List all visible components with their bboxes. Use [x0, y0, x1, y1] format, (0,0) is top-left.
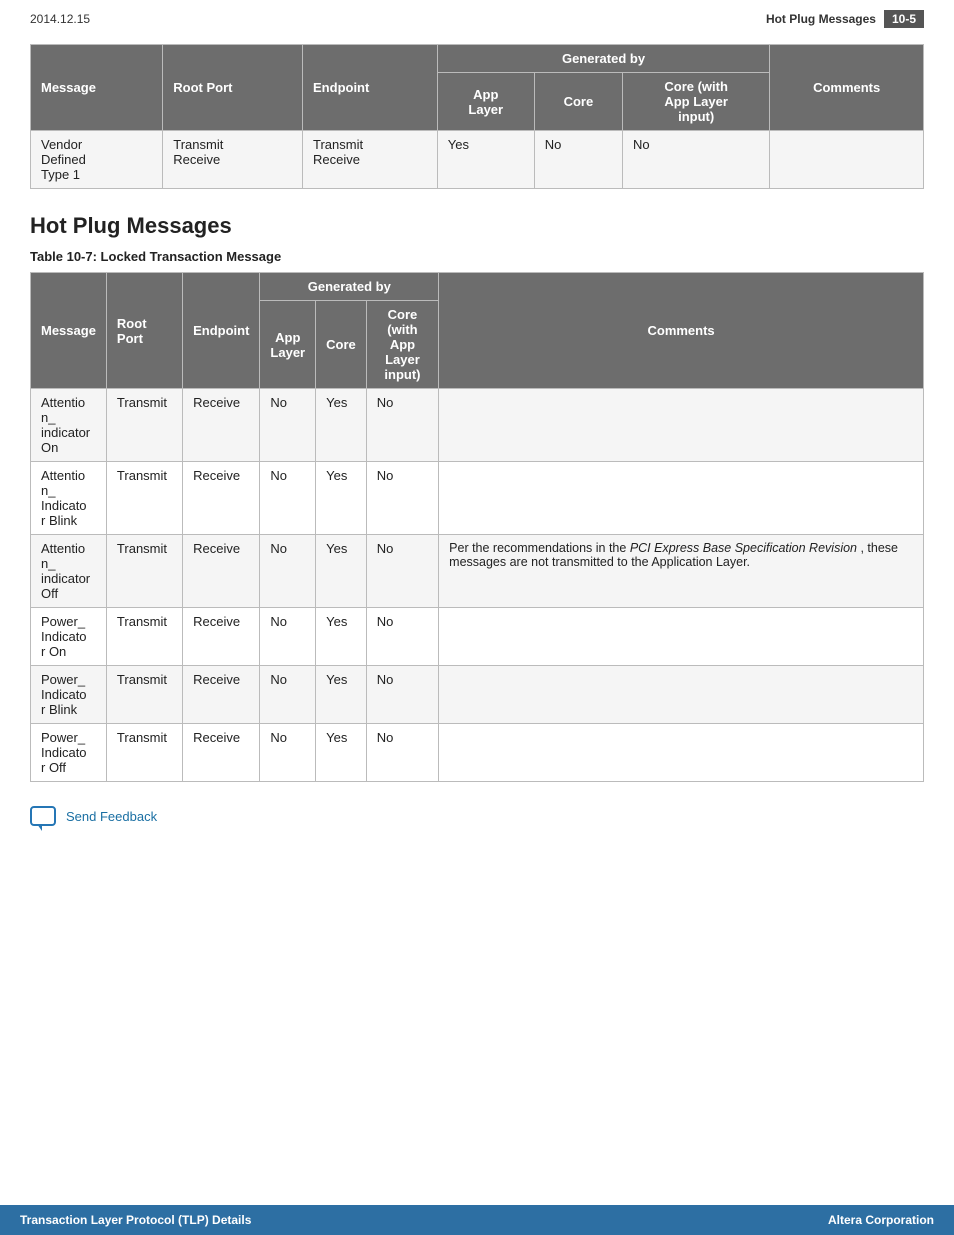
cell-app-layer: No: [260, 389, 316, 462]
cell-core: Yes: [316, 724, 367, 782]
cell-message: Attention_indicatorOff: [31, 535, 107, 608]
cell-app-layer: No: [260, 462, 316, 535]
cell-app-layer: Yes: [437, 131, 534, 189]
section-title: Hot Plug Messages: [30, 213, 924, 239]
t2-col-message: Message: [31, 273, 107, 389]
footer-right: Altera Corporation: [828, 1213, 934, 1227]
cell-app-layer: No: [260, 666, 316, 724]
table-row: Power_Indicator Off Transmit Receive No …: [31, 724, 924, 782]
cell-core: Yes: [316, 389, 367, 462]
cell-endpoint: TransmitReceive: [303, 131, 438, 189]
t2-col-core-with: Core (withApp Layerinput): [366, 301, 438, 389]
cell-core: Yes: [316, 535, 367, 608]
table-row: Power_Indicator Blink Transmit Receive N…: [31, 666, 924, 724]
col-core-with: Core (withApp Layerinput): [622, 73, 769, 131]
cell-core: Yes: [316, 608, 367, 666]
cell-core: No: [534, 131, 622, 189]
cell-app-layer: No: [260, 724, 316, 782]
page-header: 2014.12.15 Hot Plug Messages 10-5: [0, 0, 954, 34]
t2-col-root-port: Root Port: [106, 273, 182, 389]
table-row: Attention_indicatorOff Transmit Receive …: [31, 535, 924, 608]
cell-root-port: Transmit: [106, 535, 182, 608]
cell-core-with: No: [366, 608, 438, 666]
cell-comments: [770, 131, 924, 189]
cell-message: VendorDefinedType 1: [31, 131, 163, 189]
col-generated-by: Generated by: [437, 45, 770, 73]
cell-core: Yes: [316, 462, 367, 535]
header-section: Hot Plug Messages: [766, 12, 876, 26]
cell-root-port: Transmit: [106, 608, 182, 666]
cell-message: Power_Indicator Off: [31, 724, 107, 782]
cell-endpoint: Receive: [183, 462, 260, 535]
t2-col-comments: Comments: [439, 273, 924, 389]
cell-comments: [439, 724, 924, 782]
page-footer: Transaction Layer Protocol (TLP) Details…: [0, 1205, 954, 1235]
cell-core-with: No: [366, 535, 438, 608]
t2-col-app-layer: AppLayer: [260, 301, 316, 389]
t2-col-core: Core: [316, 301, 367, 389]
cell-endpoint: Receive: [183, 724, 260, 782]
col-endpoint: Endpoint: [303, 45, 438, 131]
table2-caption: Table 10-7: Locked Transaction Message: [30, 249, 924, 264]
feedback-icon: [30, 806, 56, 826]
cell-root-port: Transmit: [106, 389, 182, 462]
footer-left: Transaction Layer Protocol (TLP) Details: [20, 1213, 251, 1227]
cell-app-layer: No: [260, 535, 316, 608]
cell-endpoint: Receive: [183, 666, 260, 724]
col-core: Core: [534, 73, 622, 131]
col-comments: Comments: [770, 45, 924, 131]
header-date: 2014.12.15: [30, 12, 90, 26]
cell-message: Attention_Indicator Blink: [31, 462, 107, 535]
feedback-label: Send Feedback: [66, 809, 157, 824]
cell-comments: [439, 608, 924, 666]
table-2: Message Root Port Endpoint Generated by …: [30, 272, 924, 782]
cell-comments: Per the recommendations in the PCI Expre…: [439, 535, 924, 608]
col-app-layer: AppLayer: [437, 73, 534, 131]
t2-col-endpoint: Endpoint: [183, 273, 260, 389]
cell-core-with: No: [366, 724, 438, 782]
cell-core-with: No: [366, 462, 438, 535]
cell-comments: [439, 666, 924, 724]
cell-message: Power_Indicator Blink: [31, 666, 107, 724]
cell-core-with: No: [366, 389, 438, 462]
cell-root-port: Transmit: [106, 666, 182, 724]
cell-comments: [439, 389, 924, 462]
t2-col-generated-by: Generated by: [260, 273, 439, 301]
cell-root-port: TransmitReceive: [163, 131, 303, 189]
col-root-port: Root Port: [163, 45, 303, 131]
header-page-num: 10-5: [884, 10, 924, 28]
main-content: Message Root Port Endpoint Generated by …: [0, 34, 954, 886]
table-row: Attention_indicatorOn Transmit Receive N…: [31, 389, 924, 462]
header-right: Hot Plug Messages 10-5: [766, 10, 924, 28]
cell-endpoint: Receive: [183, 535, 260, 608]
send-feedback-button[interactable]: Send Feedback: [30, 806, 924, 826]
cell-core-with: No: [622, 131, 769, 189]
cell-core-with: No: [366, 666, 438, 724]
table-row: Attention_Indicator Blink Transmit Recei…: [31, 462, 924, 535]
cell-endpoint: Receive: [183, 389, 260, 462]
cell-message: Power_Indicator On: [31, 608, 107, 666]
cell-endpoint: Receive: [183, 608, 260, 666]
cell-app-layer: No: [260, 608, 316, 666]
table-row: Power_Indicator On Transmit Receive No Y…: [31, 608, 924, 666]
cell-root-port: Transmit: [106, 724, 182, 782]
cell-message: Attention_indicatorOn: [31, 389, 107, 462]
cell-core: Yes: [316, 666, 367, 724]
table-row: VendorDefinedType 1 TransmitReceive Tran…: [31, 131, 924, 189]
table-1: Message Root Port Endpoint Generated by …: [30, 44, 924, 189]
cell-comments: [439, 462, 924, 535]
cell-root-port: Transmit: [106, 462, 182, 535]
col-message: Message: [31, 45, 163, 131]
